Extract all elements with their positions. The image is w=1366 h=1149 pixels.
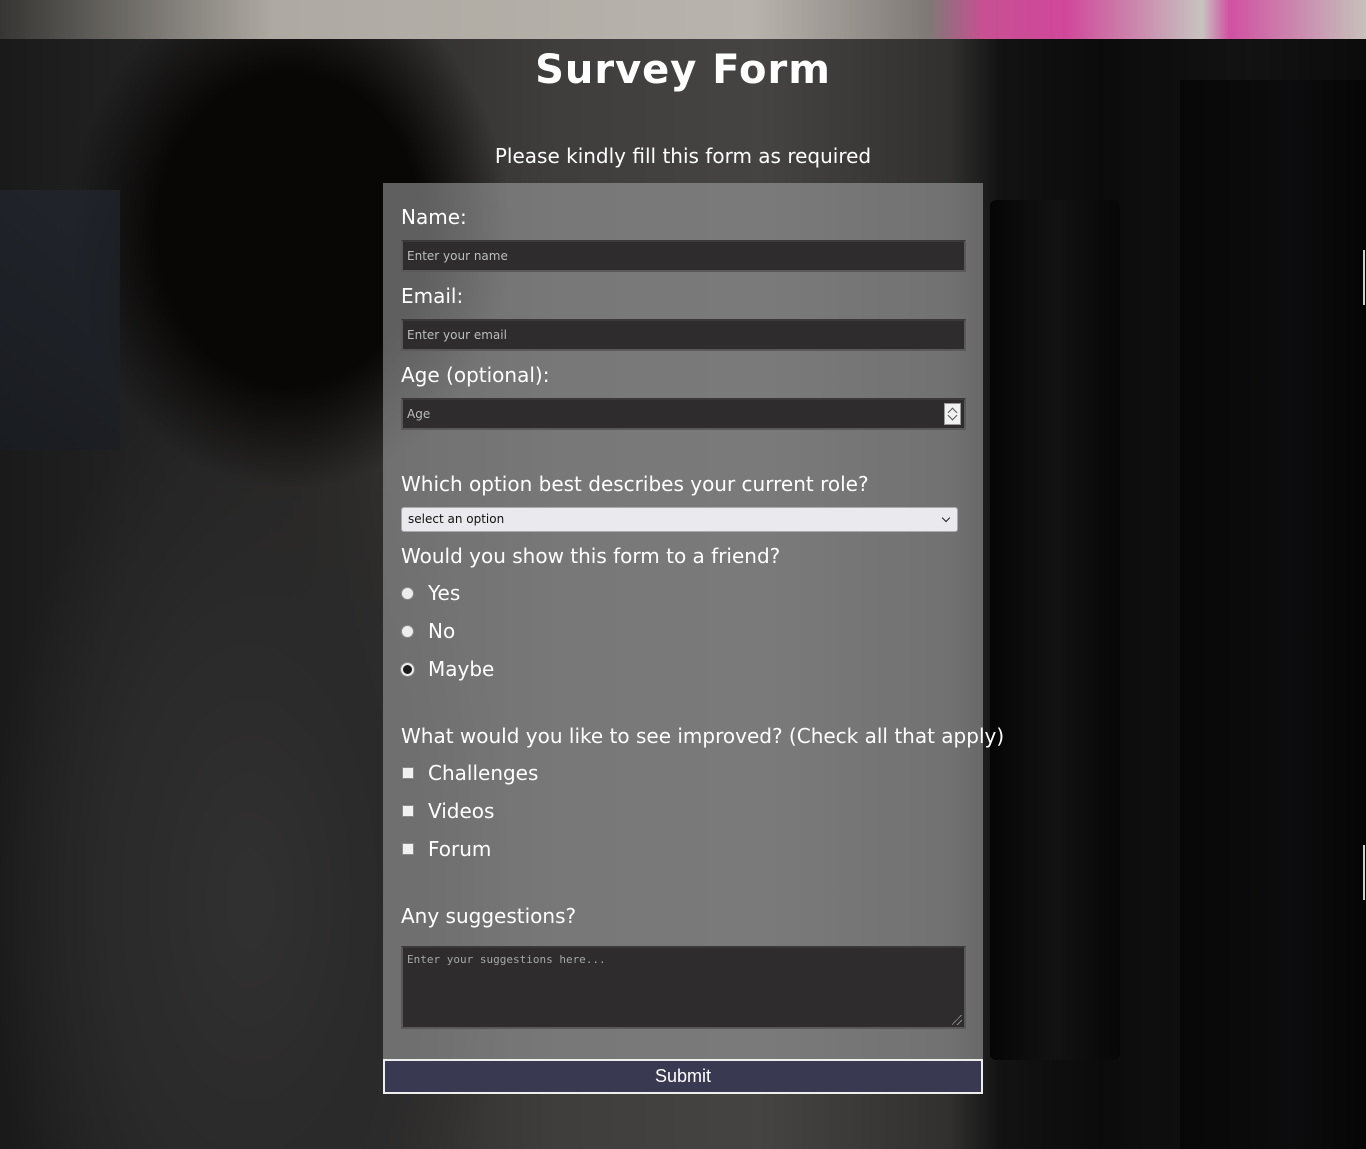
age-label: Age (optional): (401, 363, 550, 387)
page-subtitle: Please kindly fill this form as required (494, 144, 872, 168)
radio-button[interactable] (401, 625, 414, 638)
background-overlay-top (0, 0, 1366, 39)
number-spinner[interactable] (944, 403, 961, 425)
email-label: Email: (401, 284, 464, 308)
name-input[interactable]: Enter your name (401, 240, 966, 272)
radio-label: Maybe (428, 657, 495, 681)
checkbox[interactable] (402, 843, 414, 855)
email-input[interactable]: Enter your email (401, 319, 966, 351)
radio-button[interactable] (401, 587, 414, 600)
suggestions-label: Any suggestions? (401, 904, 577, 928)
submit-button[interactable]: Submit (383, 1059, 983, 1094)
radio-label: Yes (428, 581, 461, 605)
radio-label: No (428, 619, 456, 643)
checkbox-label: Challenges (428, 761, 539, 785)
chevron-down-icon (941, 513, 951, 523)
suggestions-placeholder: Enter your suggestions here... (407, 953, 606, 966)
checkbox-label: Forum (428, 837, 492, 861)
role-label: Which option best describes your current… (401, 472, 869, 496)
checkbox[interactable] (402, 805, 414, 817)
page-header: Survey Form Please kindly fill this form… (0, 39, 1366, 169)
survey-form: Name: Enter your name Email: Enter your … (383, 183, 1004, 1094)
radio-button-selected[interactable] (401, 663, 414, 676)
scrollbar-indicator (1363, 845, 1365, 900)
improvements-label: What would you like to see improved? (Ch… (401, 724, 1005, 748)
recommend-label: Would you show this form to a friend? (401, 544, 781, 568)
name-input-placeholder: Enter your name (407, 249, 508, 263)
age-input-placeholder: Age (407, 407, 431, 421)
scrollbar-indicator (1363, 250, 1365, 305)
checkbox-label: Videos (428, 799, 495, 823)
email-input-placeholder: Enter your email (407, 328, 507, 342)
resize-handle-icon[interactable] (952, 1015, 962, 1025)
role-select[interactable]: select an option (401, 507, 958, 532)
checkbox[interactable] (402, 767, 414, 779)
role-select-value: select an option (408, 512, 505, 526)
name-label: Name: (401, 205, 467, 229)
age-input[interactable]: Age (401, 398, 966, 430)
page-title: Survey Form (535, 47, 831, 93)
suggestions-textarea[interactable]: Enter your suggestions here... (401, 946, 966, 1029)
